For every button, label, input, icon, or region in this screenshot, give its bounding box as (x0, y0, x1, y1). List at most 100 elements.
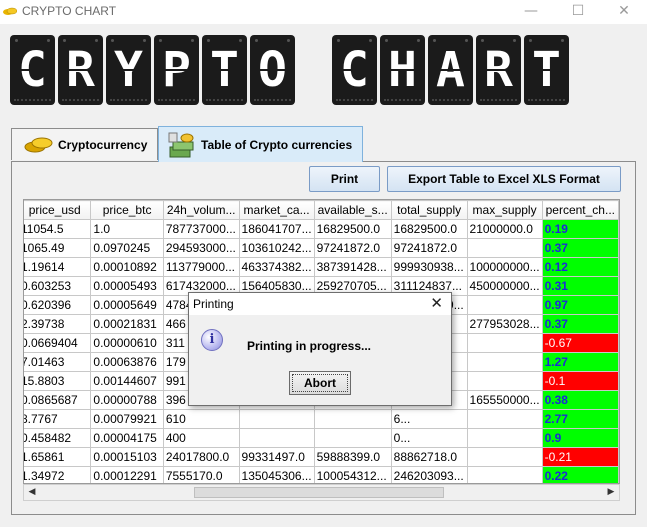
table-cell: 463374382... (238, 257, 315, 277)
column-header[interactable]: total_supply (390, 200, 468, 220)
table-cell (466, 333, 543, 353)
crypto-chart-banner: C R Y P T O C H A R T (10, 35, 572, 107)
tab-cryptocurrency[interactable]: Cryptocurrency (11, 128, 158, 160)
table-cell: 0.00000788 (90, 390, 164, 410)
column-header[interactable]: max_supply (466, 200, 543, 220)
table-cell: 0.458482 (24, 428, 92, 448)
table-cell: 0.00012291 (90, 466, 164, 483)
coins-icon (24, 137, 53, 153)
printing-dialog: Printing ✕ i Printing in progress... Abo… (188, 292, 452, 406)
table-cell: 186041707... (238, 219, 315, 239)
table-cell: 1.19614 (24, 257, 92, 277)
tab-table-of-crypto[interactable]: Table of Crypto currencies (158, 126, 363, 162)
dialog-title: Printing (193, 297, 234, 311)
table-cell: 0.37 (541, 238, 619, 258)
banner-letter: H (380, 35, 425, 105)
table-cell (466, 409, 543, 429)
table-cell: 0.12 (541, 257, 619, 277)
minimize-button[interactable]: — (508, 0, 554, 24)
table-cell: 294593000... (162, 238, 240, 258)
abort-button[interactable]: Abort (289, 371, 351, 395)
window-title: CRYPTO CHART (22, 4, 117, 18)
table-cell: 7.01463 (24, 352, 92, 372)
table-row[interactable]: 1.65861 0.00015103 24017800.0 99331497.0 598… (24, 447, 619, 467)
tab-label: Table of Crypto currencies (201, 138, 353, 152)
table-cell: 400 (162, 428, 240, 448)
table-row[interactable]: 0.458482 0.00004175 400 0... 0.9 (24, 428, 619, 448)
close-button[interactable]: ✕ (601, 0, 647, 24)
print-button[interactable]: Print (309, 166, 380, 192)
banner-letter: R (58, 35, 103, 105)
table-cell (466, 466, 543, 483)
table-cell (313, 409, 392, 429)
dialog-close-icon[interactable]: ✕ (430, 294, 443, 312)
table-cell: 0.00005649 (90, 295, 164, 315)
table-cell: 0.00015103 (90, 447, 164, 467)
table-row[interactable]: 1.19614 0.00010892 113779000... 463374382..… (24, 257, 619, 277)
table-row[interactable]: 11054.5 1.0 787737000... 186041707... 168295… (24, 219, 619, 239)
banner-letter: P (154, 35, 199, 105)
column-header[interactable]: price_btc (90, 200, 164, 220)
export-xls-button[interactable]: Export Table to Excel XLS Format (387, 166, 621, 192)
table-cell: 0.00144607 (90, 371, 164, 391)
table-row[interactable]: 1.34972 0.00012291 7555170.0 135045306... 10… (24, 466, 619, 483)
table-cell: 0.00021831 (90, 314, 164, 334)
dialog-titlebar: Printing ✕ (189, 293, 451, 315)
table-row[interactable]: 1065.49 0.0970245 294593000... 103610242...… (24, 238, 619, 258)
table-cell: 8.7767 (24, 409, 92, 429)
table-cell (466, 371, 543, 391)
table-cell: 0.19 (541, 219, 619, 239)
banner-letter: O (250, 35, 295, 105)
table-cell: 21000000.0 (466, 219, 543, 239)
table-cell: 59888399.0 (313, 447, 392, 467)
table-cell (466, 238, 543, 258)
table-cell: 610 (162, 409, 240, 429)
table-cell (466, 447, 543, 467)
table-cell: 103610242... (238, 238, 315, 258)
scroll-right-icon[interactable]: ▶ (603, 485, 619, 500)
table-cell: -0.67 (541, 333, 619, 353)
banner-letter: C (10, 35, 55, 105)
column-header[interactable]: available_s... (313, 200, 392, 220)
column-header[interactable]: market_ca... (238, 200, 315, 220)
table-cell: 0.00063876 (90, 352, 164, 372)
table-cell (313, 428, 392, 448)
table-cell: 135045306... (238, 466, 315, 483)
table-cell: 450000000... (466, 276, 543, 296)
column-header[interactable]: 24h_volum... (162, 200, 240, 220)
table-cell: 88862718.0 (390, 447, 468, 467)
column-header[interactable]: price_usd (24, 200, 92, 220)
table-cell: 246203093... (390, 466, 468, 483)
banner-letter: C (332, 35, 377, 105)
table-cell: 100054312... (313, 466, 392, 483)
table-cell (466, 352, 543, 372)
table-cell (466, 295, 543, 315)
column-header[interactable]: percent_ch... (541, 200, 619, 220)
table-cell: 0.00005493 (90, 276, 164, 296)
maximize-button[interactable]: ☐ (555, 0, 601, 24)
table-cell: 0... (390, 428, 468, 448)
scrollbar-thumb[interactable] (194, 487, 444, 498)
scroll-left-icon[interactable]: ◀ (24, 485, 40, 500)
table-cell: 1.34972 (24, 466, 92, 483)
table-cell: 97241872.0 (390, 238, 468, 258)
banner-letter: T (524, 35, 569, 105)
table-cell: -0.1 (541, 371, 619, 391)
horizontal-scrollbar[interactable]: ◀ ▶ (23, 484, 620, 501)
table-cell: 787737000... (162, 219, 240, 239)
table-cell: 999930938... (390, 257, 468, 277)
table-cell: 1065.49 (24, 238, 92, 258)
table-cell: 99331497.0 (238, 447, 315, 467)
table-cell: 277953028... (466, 314, 543, 334)
table-cell (466, 428, 543, 448)
table-cell: 0.37 (541, 314, 619, 334)
table-cell: 100000000... (466, 257, 543, 277)
banner-letter: R (476, 35, 521, 105)
table-cell: 16829500.0 (313, 219, 392, 239)
table-cell: 1.27 (541, 352, 619, 372)
table-cell: 2.39738 (24, 314, 92, 334)
table-row[interactable]: 8.7767 0.00079921 610 6... 2.77 (24, 409, 619, 429)
table-cell: 387391428... (313, 257, 392, 277)
table-cell: 11054.5 (24, 219, 92, 239)
table-cell: 0.22 (541, 466, 619, 483)
